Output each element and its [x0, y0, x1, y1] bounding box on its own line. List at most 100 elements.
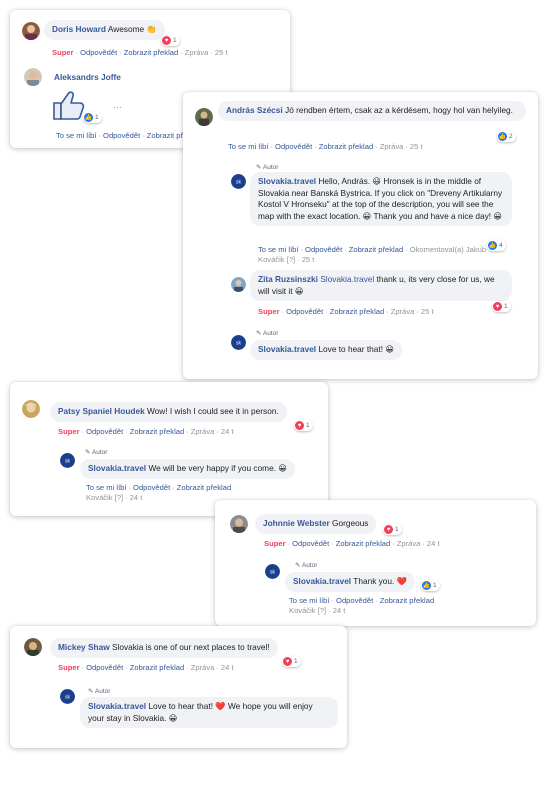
- like-link[interactable]: To se mi líbí: [228, 142, 269, 151]
- reaction-count[interactable]: ♥ 1: [383, 524, 402, 535]
- translate-link[interactable]: Zobrazit překlad: [124, 48, 178, 57]
- page-avatar[interactable]: sk: [231, 335, 246, 350]
- super-reaction-link[interactable]: Super: [258, 307, 280, 316]
- avatar[interactable]: [24, 638, 42, 656]
- reaction-count[interactable]: 👍 4: [487, 240, 506, 251]
- heart-icon: ♥: [295, 421, 304, 430]
- reply-link[interactable]: Odpovědět: [86, 427, 123, 436]
- mention-link[interactable]: Slovakia.travel: [320, 274, 374, 284]
- pencil-icon: ✎: [295, 562, 301, 569]
- comment-bubble: Slovakia.travel Love to hear that! ❤️ We…: [80, 697, 338, 728]
- commenter-name[interactable]: Slovakia.travel: [88, 463, 146, 473]
- thumbs-up-sticker: [53, 91, 85, 120]
- reply-link[interactable]: Odpovědět: [336, 596, 373, 605]
- comment-actions: Super · Odpovědět · Zobrazit překlad · Zpráva ·…: [58, 663, 234, 672]
- like-link[interactable]: To se mi líbí: [56, 131, 97, 140]
- reply-link[interactable]: Odpovědět: [80, 48, 117, 57]
- comment-actions: To se mi líbí · Odpovědět · Zobrazit překlad: [86, 483, 232, 492]
- like-link[interactable]: To se mi líbí: [258, 245, 299, 254]
- translate-link[interactable]: Zobrazit překlad: [177, 483, 231, 492]
- reaction-count[interactable]: 👍 1: [83, 112, 102, 123]
- comment-actions: Kováčik [?] · 24 t: [86, 493, 143, 502]
- avatar[interactable]: [24, 68, 42, 86]
- heart-icon: ♥: [493, 302, 502, 311]
- comment-bubble: Slovakia.travel Love to hear that! 😀: [250, 340, 402, 360]
- message-link[interactable]: Zpráva: [391, 307, 415, 316]
- avatar[interactable]: [231, 277, 246, 292]
- reply-link[interactable]: Odpovědět: [286, 307, 323, 316]
- reply-link[interactable]: Odpovědět: [292, 539, 329, 548]
- super-reaction-link[interactable]: Super: [58, 427, 80, 436]
- avatar[interactable]: [22, 400, 40, 418]
- like-icon: 👍: [84, 113, 93, 122]
- commenter-name[interactable]: Doris Howard: [52, 24, 106, 34]
- commenter-name[interactable]: Slovakia.travel: [258, 176, 316, 186]
- commenter-name[interactable]: Mickey Shaw: [58, 642, 110, 652]
- more-options-icon[interactable]: ···: [113, 102, 122, 112]
- translate-link[interactable]: Zobrazit překlad: [319, 142, 373, 151]
- page-avatar[interactable]: sk: [60, 689, 75, 704]
- reply-link[interactable]: Odpovědět: [86, 663, 123, 672]
- timestamp[interactable]: 24 t: [221, 663, 234, 672]
- comment-card-2: András Szécsi Jó rendben értem, csak az …: [183, 92, 538, 379]
- commenter-name[interactable]: Zita Ruzsinszki: [258, 274, 318, 284]
- comment-card-3: Patsy Spaniel Houdek Wow! I wish I could…: [10, 382, 328, 516]
- reaction-count[interactable]: 👍 2: [497, 131, 516, 142]
- translate-link[interactable]: Zobrazit překlad: [336, 539, 390, 548]
- translate-link[interactable]: Zobrazit překlad: [380, 596, 434, 605]
- heart-emoji: ❤️: [215, 701, 226, 711]
- commenter-name[interactable]: Johnnie Webster: [263, 518, 330, 528]
- avatar[interactable]: [195, 108, 213, 126]
- translate-link[interactable]: Zobrazit překlad: [349, 245, 403, 254]
- like-link[interactable]: To se mi líbí: [86, 483, 127, 492]
- reply-link[interactable]: Odpovědět: [103, 131, 140, 140]
- page-avatar[interactable]: sk: [265, 564, 280, 579]
- commenter-name[interactable]: Patsy Spaniel Houdek: [58, 406, 145, 416]
- avatar[interactable]: [230, 515, 248, 533]
- timestamp[interactable]: 24 t: [221, 427, 234, 436]
- comment-text: Jó rendben értem, csak az a kérdésem, ho…: [285, 105, 513, 115]
- message-link[interactable]: Zpráva: [380, 142, 404, 151]
- commenter-name[interactable]: Aleksandrs Joffe: [54, 72, 121, 82]
- heart-icon: ♥: [162, 36, 171, 45]
- timestamp[interactable]: 24 t: [130, 493, 143, 502]
- message-link[interactable]: Zpráva: [397, 539, 421, 548]
- comment-actions: To se mi líbí · Odpovědět · Zobrazit překlad: [56, 131, 202, 140]
- reaction-count[interactable]: ♥ 1: [282, 656, 301, 667]
- comment-actions: Super · Odpovědět · Zobrazit překlad · Zpráva ·…: [264, 539, 440, 548]
- author-badge: ✎ Autor: [85, 449, 108, 456]
- comment-bubble: Slovakia.travel Thank you. ❤️: [285, 572, 415, 592]
- commenter-name[interactable]: Slovakia.travel: [88, 701, 146, 711]
- super-reaction-link[interactable]: Super: [52, 48, 74, 57]
- reaction-count[interactable]: ♥ 1: [492, 301, 511, 312]
- page-avatar[interactable]: sk: [231, 174, 246, 189]
- message-link[interactable]: Zpráva: [191, 427, 215, 436]
- super-reaction-link[interactable]: Super: [58, 663, 80, 672]
- svg-text:sk: sk: [236, 180, 242, 186]
- reply-link[interactable]: Odpovědět: [305, 245, 342, 254]
- message-link[interactable]: Zpráva: [185, 48, 209, 57]
- timestamp[interactable]: 25 t: [302, 255, 315, 264]
- reply-link[interactable]: Odpovědět: [275, 142, 312, 151]
- like-link[interactable]: To se mi líbí: [289, 596, 330, 605]
- commenter-name[interactable]: Slovakia.travel: [258, 344, 316, 354]
- timestamp[interactable]: 25 t: [215, 48, 228, 57]
- timestamp[interactable]: 24 t: [427, 539, 440, 548]
- commenter-name[interactable]: András Szécsi: [226, 105, 283, 115]
- commenter-name[interactable]: Slovakia.travel: [293, 576, 351, 586]
- reply-link[interactable]: Odpovědět: [133, 483, 170, 492]
- page-avatar[interactable]: sk: [60, 453, 75, 468]
- translate-link[interactable]: Zobrazit překlad: [130, 663, 184, 672]
- reaction-count[interactable]: 👍 1: [421, 580, 440, 591]
- reaction-count[interactable]: ♥ 1: [161, 35, 180, 46]
- timestamp[interactable]: 25 t: [410, 142, 423, 151]
- message-link[interactable]: Zpráva: [191, 663, 215, 672]
- translate-link[interactable]: Zobrazit překlad: [130, 427, 184, 436]
- reaction-count[interactable]: ♥ 1: [294, 420, 313, 431]
- avatar[interactable]: [22, 22, 40, 40]
- super-reaction-link[interactable]: Super: [264, 539, 286, 548]
- timestamp[interactable]: 24 t: [333, 606, 346, 615]
- svg-text:sk: sk: [270, 570, 276, 576]
- translate-link[interactable]: Zobrazit překlad: [330, 307, 384, 316]
- timestamp[interactable]: 25 t: [421, 307, 434, 316]
